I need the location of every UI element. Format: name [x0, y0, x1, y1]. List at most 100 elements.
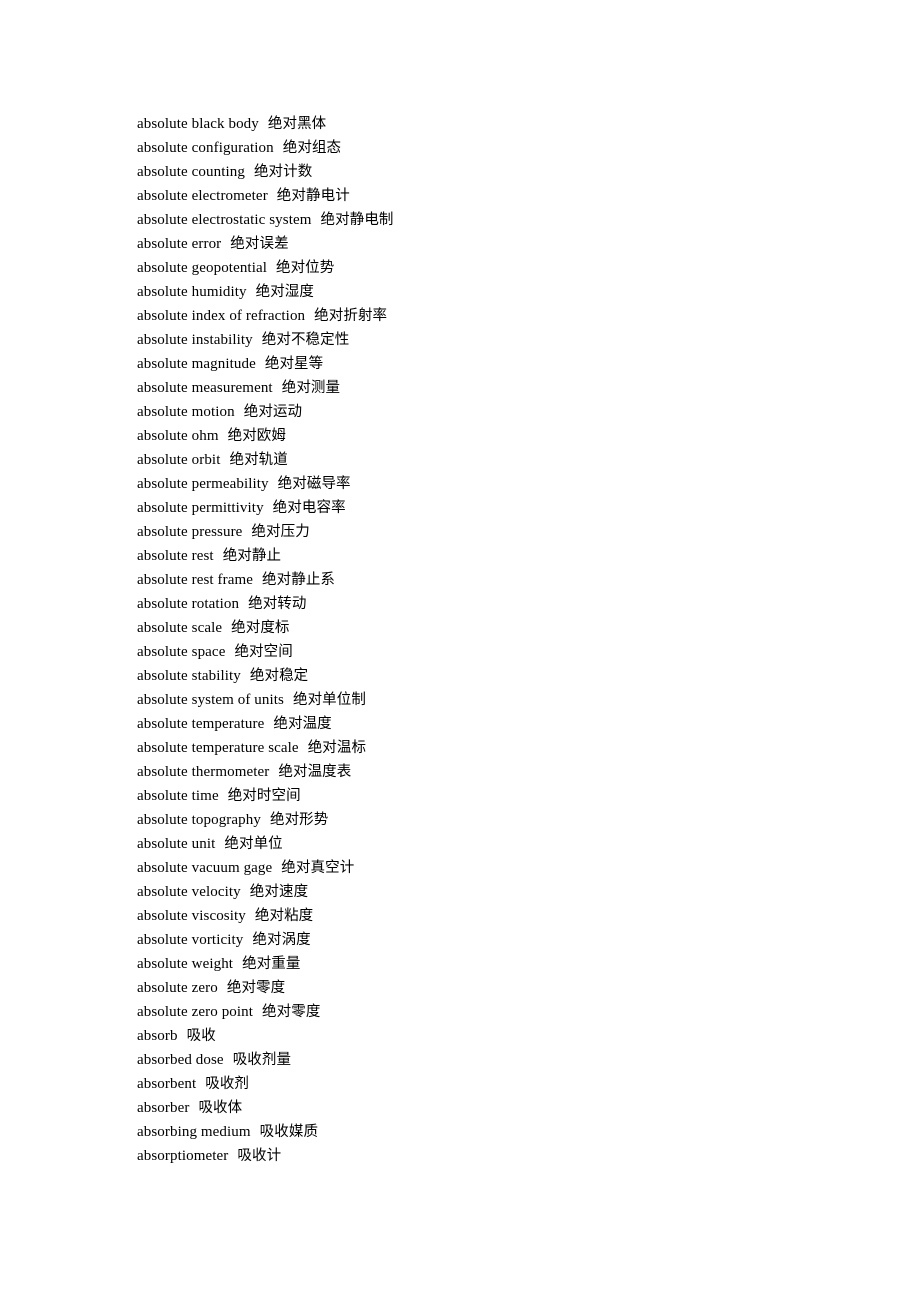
term-chinese: 绝对静止系 [262, 572, 336, 588]
glossary-entry: absolute zero 绝对零度 [137, 976, 837, 1000]
term-chinese: 绝对时空间 [227, 788, 301, 804]
term-chinese: 绝对单位制 [292, 692, 366, 708]
term-english: absolute permittivity [137, 500, 264, 516]
term-english: absolute ohm [137, 428, 219, 444]
term-english: absolute rotation [137, 596, 240, 612]
term-english: absolute configuration [137, 140, 274, 156]
term-english: absolute electrometer [137, 188, 268, 204]
glossary-entry: absolute configuration 绝对组态 [137, 136, 837, 160]
term-english: absolute humidity [137, 284, 247, 300]
term-chinese: 绝对计数 [253, 164, 313, 180]
term-english: absorb [137, 1028, 178, 1044]
term-chinese: 绝对欧姆 [227, 428, 287, 444]
term-chinese: 绝对零度 [262, 1004, 321, 1020]
term-english: absolute time [137, 788, 219, 804]
glossary-entry: absolute permeability 绝对磁导率 [137, 472, 837, 496]
term-chinese: 绝对温度表 [278, 764, 352, 780]
term-english: absolute unit [137, 836, 216, 852]
glossary-entry: absorber 吸收体 [137, 1096, 837, 1120]
glossary-entry: absolute measurement 绝对测量 [137, 376, 837, 400]
glossary-entry: absorbent 吸收剂 [137, 1072, 837, 1096]
term-english: absolute motion [137, 404, 235, 420]
glossary-entry: absolute error 绝对误差 [137, 232, 837, 256]
glossary-entry: absolute instability 绝对不稳定性 [137, 328, 837, 352]
term-english: absolute topography [137, 812, 261, 828]
term-chinese: 吸收剂量 [232, 1052, 292, 1068]
term-english: absolute permeability [137, 476, 269, 492]
glossary-entry: absolute rest frame 绝对静止系 [137, 568, 837, 592]
glossary-entry: absolute counting 绝对计数 [137, 160, 837, 184]
glossary-entry: absolute temperature scale 绝对温标 [137, 736, 837, 760]
term-chinese: 绝对速度 [249, 884, 309, 900]
glossary-entry: absorb 吸收 [137, 1024, 837, 1048]
glossary-entry: absolute vorticity 绝对涡度 [137, 928, 837, 952]
glossary-entry: absolute thermometer 绝对温度表 [137, 760, 837, 784]
glossary-entry: absolute pressure 绝对压力 [137, 520, 837, 544]
term-chinese: 绝对稳定 [249, 668, 309, 684]
term-chinese: 吸收计 [237, 1148, 282, 1164]
term-chinese: 绝对粘度 [254, 908, 314, 924]
term-english: absolute velocity [137, 884, 241, 900]
glossary-entry: absolute topography 绝对形势 [137, 808, 837, 832]
term-chinese: 绝对磁导率 [277, 476, 351, 492]
term-english: absolute geopotential [137, 260, 267, 276]
glossary-entry: absolute humidity 绝对湿度 [137, 280, 837, 304]
term-english: absolute counting [137, 164, 245, 180]
term-chinese: 绝对静止 [222, 548, 282, 564]
glossary-entry: absolute orbit 绝对轨道 [137, 448, 837, 472]
glossary-entry: absolute unit 绝对单位 [137, 832, 837, 856]
term-english: absolute thermometer [137, 764, 270, 780]
term-chinese: 绝对静电制 [320, 212, 394, 228]
term-english: absolute electrostatic system [137, 212, 312, 228]
term-english: absolute zero point [137, 1004, 254, 1020]
term-english: absolute temperature [137, 716, 265, 732]
term-chinese: 绝对星等 [264, 356, 324, 372]
term-chinese: 绝对温度 [273, 716, 332, 732]
glossary-entry: absolute magnitude 绝对星等 [137, 352, 837, 376]
glossary-entry: absolute temperature 绝对温度 [137, 712, 837, 736]
glossary-entry: absorbing medium 吸收媒质 [137, 1120, 837, 1144]
term-english: absolute space [137, 644, 226, 660]
term-chinese: 绝对零度 [226, 980, 286, 996]
glossary-entry: absorptiometer 吸收计 [137, 1144, 837, 1168]
term-english: absolute system of units [137, 692, 284, 708]
term-chinese: 绝对测量 [281, 380, 341, 396]
glossary-entry: absolute system of units 绝对单位制 [137, 688, 837, 712]
glossary-entry: absorbed dose 吸收剂量 [137, 1048, 837, 1072]
glossary-entry: absolute electrostatic system 绝对静电制 [137, 208, 837, 232]
term-english: absolute stability [137, 668, 241, 684]
glossary-entry: absolute permittivity 绝对电容率 [137, 496, 837, 520]
term-chinese: 绝对不稳定性 [261, 332, 350, 348]
glossary-entry: absolute scale 绝对度标 [137, 616, 837, 640]
glossary-entry: absolute index of refraction 绝对折射率 [137, 304, 837, 328]
glossary-entry: absolute space 绝对空间 [137, 640, 837, 664]
document-page: absolute black body 绝对黑体 absolute configur… [0, 0, 920, 1302]
glossary-entry: absolute vacuum gage 绝对真空计 [137, 856, 837, 880]
term-chinese: 绝对湿度 [255, 284, 315, 300]
glossary-entry: absolute black body 绝对黑体 [137, 112, 837, 136]
glossary-entry: absolute ohm 绝对欧姆 [137, 424, 837, 448]
term-english: absolute vorticity [137, 932, 244, 948]
term-english: absorber [137, 1100, 190, 1116]
glossary-entry: absolute zero point 绝对零度 [137, 1000, 837, 1024]
term-chinese: 绝对组态 [282, 140, 342, 156]
term-english: absolute vacuum gage [137, 860, 273, 876]
term-chinese: 吸收剂 [205, 1076, 250, 1092]
term-english: absolute pressure [137, 524, 243, 540]
term-chinese: 绝对转动 [248, 596, 307, 612]
glossary-entry: absolute electrometer 绝对静电计 [137, 184, 837, 208]
glossary-entry: absolute rest 绝对静止 [137, 544, 837, 568]
term-english: absorbent [137, 1076, 197, 1092]
term-english: absolute magnitude [137, 356, 256, 372]
term-english: absolute measurement [137, 380, 273, 396]
term-chinese: 绝对折射率 [314, 308, 388, 324]
term-english: absolute rest frame [137, 572, 254, 588]
glossary-entry: absolute stability 绝对稳定 [137, 664, 837, 688]
term-english: absorbed dose [137, 1052, 224, 1068]
glossary-entry-list: absolute black body 绝对黑体 absolute configur… [137, 112, 837, 1168]
term-chinese: 绝对电容率 [272, 500, 346, 516]
term-chinese: 绝对黑体 [267, 116, 327, 132]
term-chinese: 吸收媒质 [259, 1124, 319, 1140]
term-english: absolute index of refraction [137, 308, 306, 324]
term-chinese: 绝对涡度 [252, 932, 311, 948]
